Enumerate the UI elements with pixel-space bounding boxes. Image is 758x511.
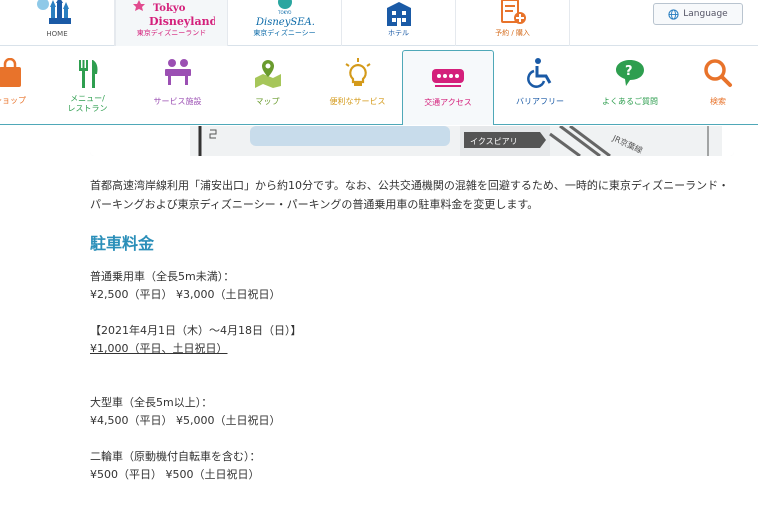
- intro-paragraph: 首都高速湾岸線利用「浦安出口」から約10分です。なお、公共交通機関の混雑を回避す…: [90, 179, 730, 211]
- svg-text:TOKYO: TOKYO: [277, 10, 291, 15]
- tokyo-disneysea-logo: TOKYO DisneySEA.: [255, 0, 315, 28]
- service-facilities-icon: [164, 59, 191, 85]
- castle-icon: [37, 0, 71, 24]
- map-icon: [254, 60, 281, 88]
- large-car-price: ¥4,500（平日） ¥5,000（土日祝日）: [90, 414, 281, 427]
- monorail-icon: [432, 69, 464, 87]
- globe-icon: [668, 8, 679, 20]
- subnav-useful-services[interactable]: 便利なサービス: [310, 46, 405, 124]
- subnav-transport-access[interactable]: 交通アクセス: [402, 50, 494, 125]
- svg-text:DisneySEA.: DisneySEA.: [255, 17, 315, 28]
- nav-tokyo-disneyland[interactable]: Tokyo Disneyland 東京ディズニーランド: [115, 0, 228, 46]
- nav-hotel-label: ホテル: [388, 29, 409, 37]
- subnav-menu-restaurant[interactable]: メニュー/ レストラン: [40, 46, 135, 124]
- subnav-faq-label: よくあるご質問: [602, 97, 658, 106]
- main-content: 首都高速湾岸線利用「浦安出口」から約10分です。なお、公共交通機関の混雑を回避す…: [90, 176, 740, 484]
- subnav-useful-services-label: 便利なサービス: [329, 97, 386, 106]
- language-label: Language: [683, 9, 728, 19]
- large-car-block: 大型車（全長5m以上）： ¥4,500（平日） ¥5,000（土日祝日）: [90, 394, 740, 430]
- motorcycle-block: 二輪車（原動機付自転車を含む）： ¥500（平日） ¥500（土日祝日）: [90, 448, 740, 484]
- lightbulb-icon: [344, 58, 371, 86]
- subnav-service-facilities-label: サービス施設: [153, 97, 202, 106]
- hotel-icon: [386, 2, 411, 26]
- parking-fee-heading: 駐車料金: [90, 234, 155, 253]
- question-bubble-icon: ?: [616, 60, 644, 86]
- special-period-block: 【2021年4月1日（木）～4月18日（日）】 ¥1,000（平日、土日祝日）: [90, 322, 740, 358]
- motorcycle-price: ¥500（平日） ¥500（土日祝日）: [90, 468, 260, 481]
- regular-car-heading: 普通乗用車（全長5m未満）：: [90, 270, 235, 283]
- subnav-transport-access-label: 交通アクセス: [424, 98, 472, 107]
- regular-car-price: ¥2,500（平日） ¥3,000（土日祝日）: [90, 288, 281, 301]
- tokyo-disneyland-logo: Tokyo Disneyland: [132, 0, 215, 28]
- nav-home-label: HOME: [46, 30, 68, 38]
- subnav-menu-restaurant-label: メニュー/ レストラン: [67, 94, 108, 113]
- nav-reserve-purchase-label: 予約 / 購入: [495, 29, 530, 37]
- subnav-map-label: マップ: [255, 97, 280, 106]
- nav-tokyo-disneyland-label: 東京ディズニーランド: [136, 29, 207, 37]
- subnav-map[interactable]: マップ: [220, 46, 315, 124]
- ticket-cart-icon: [500, 0, 526, 24]
- subnav-barrier-free-label: バリアフリー: [516, 97, 564, 106]
- subnav-barrier-free[interactable]: バリアフリー: [494, 46, 586, 124]
- nav-hotel[interactable]: ホテル: [342, 0, 456, 46]
- subnav-search-label: 検索: [710, 97, 726, 106]
- top-navigation: HOME Tokyo Disneyland 東京ディズニーランド TOKYO D…: [0, 0, 758, 46]
- access-map-image: イクスピアリ JR京葉線: [90, 126, 734, 156]
- motorcycle-heading: 二輪車（原動機付自転車を含む）：: [90, 450, 261, 463]
- large-car-heading: 大型車（全長5m以上）：: [90, 396, 213, 409]
- special-period-price: ¥1,000（平日、土日祝日）: [90, 342, 228, 355]
- special-period-dates: 【2021年4月1日（木）～4月18日（日）】: [90, 324, 302, 337]
- wheelchair-icon: [527, 58, 552, 88]
- svg-text:?: ?: [625, 64, 633, 79]
- regular-car-block: 普通乗用車（全長5m未満）： ¥2,500（平日） ¥3,000（土日祝日）: [90, 268, 740, 304]
- ikspiari-label: イクスピアリ: [470, 137, 518, 146]
- shopping-bag-icon: [0, 58, 21, 87]
- nav-tokyo-disneysea-label: 東京ディズニーシー: [253, 29, 316, 37]
- subnav-search[interactable]: 検索: [672, 46, 758, 124]
- language-button[interactable]: Language: [653, 3, 743, 25]
- svg-text:Tokyo: Tokyo: [153, 3, 186, 14]
- access-map-graphic: イクスピアリ JR京葉線: [90, 126, 734, 156]
- nav-tokyo-disneysea[interactable]: TOKYO DisneySEA. 東京ディズニーシー: [228, 0, 342, 46]
- nav-home[interactable]: HOME: [0, 0, 115, 46]
- search-icon: [704, 59, 732, 87]
- subnav-faq[interactable]: ? よくあるご質問: [584, 46, 676, 124]
- sub-navigation: ショップ メニュー/ レストラン サービス施設 マップ: [0, 46, 758, 125]
- subnav-service-facilities[interactable]: サービス施設: [130, 46, 225, 124]
- nav-reserve-purchase[interactable]: 予約 / 購入: [456, 0, 570, 46]
- fork-knife-icon: [78, 60, 97, 88]
- svg-text:Disneyland: Disneyland: [149, 15, 215, 28]
